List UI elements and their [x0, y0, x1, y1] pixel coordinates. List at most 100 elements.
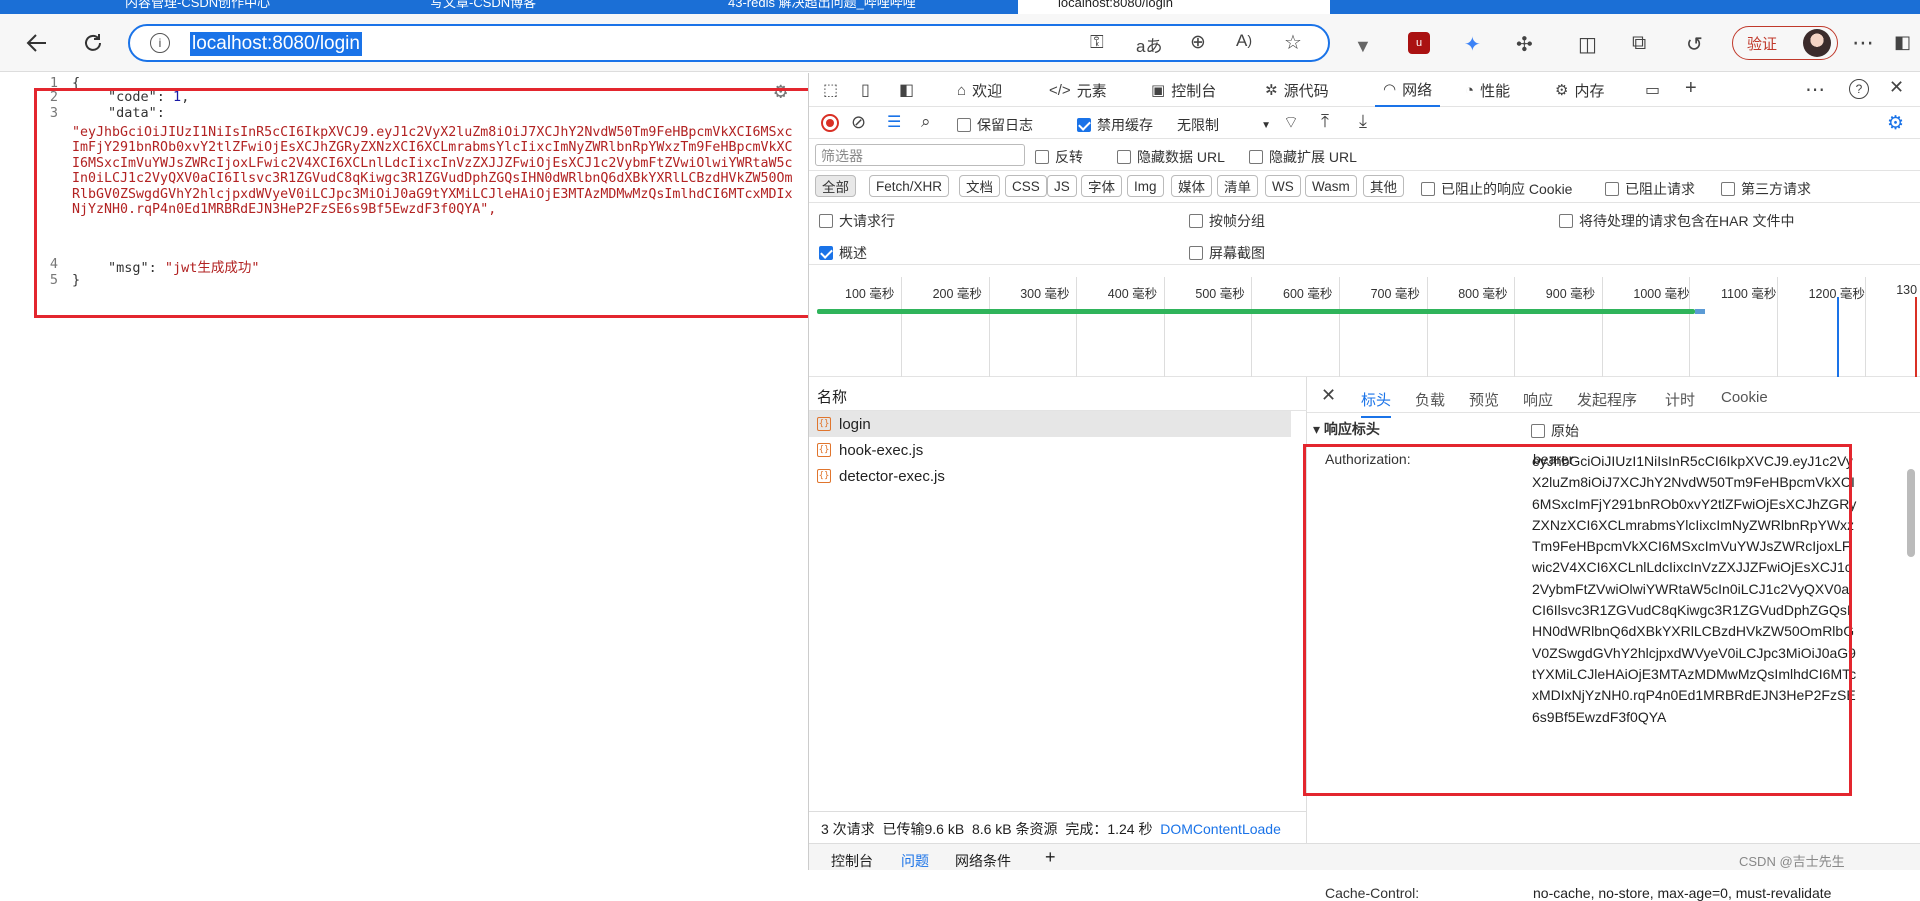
close-details-icon[interactable]: ✕: [1321, 385, 1336, 406]
tab-elements[interactable]: </> 元素: [1049, 73, 1107, 107]
add-tab-icon[interactable]: +: [1685, 77, 1697, 100]
tab-preview[interactable]: 预览: [1469, 389, 1499, 410]
key-icon[interactable]: ⚿: [1090, 32, 1104, 53]
throttle-select[interactable]: 无限制 ▼: [1177, 115, 1271, 135]
timeline-gridline: [988, 277, 990, 377]
response-headers-title[interactable]: ▾ 响应标头: [1313, 419, 1380, 439]
type-filter-js[interactable]: JS: [1047, 175, 1077, 197]
export-har-icon[interactable]: ⤓: [1359, 111, 1367, 132]
tab-performance[interactable]: ◔ 性能: [1465, 73, 1510, 107]
tab-response[interactable]: 响应: [1523, 389, 1553, 410]
tab-cookies[interactable]: Cookie: [1721, 389, 1768, 406]
browser-tab-active[interactable]: localhost:8080/login: [1018, 0, 1330, 14]
tab-timing[interactable]: 计时: [1665, 389, 1695, 410]
tab-label: Cookie: [1721, 389, 1768, 406]
scrollbar-thumb[interactable]: [1907, 469, 1915, 557]
checkbox-box: [1605, 182, 1619, 196]
application-icon[interactable]: ▭: [1645, 80, 1660, 100]
tab-console[interactable]: ▣ 控制台: [1151, 73, 1216, 107]
tab-sources[interactable]: ✲ 源代码: [1265, 73, 1329, 107]
type-filter-media[interactable]: 媒体: [1171, 175, 1212, 197]
group-by-frame-checkbox[interactable]: 按帧分组: [1189, 211, 1265, 231]
filter-icon[interactable]: ☰: [887, 112, 901, 132]
big-rows-checkbox[interactable]: 大请求行: [819, 211, 895, 231]
tab-initiator[interactable]: 发起程序: [1577, 389, 1637, 410]
address-bar[interactable]: i localhost:8080/login ⚿ aあ ⊕ A) ☆: [128, 24, 1330, 62]
request-row-login[interactable]: {} login: [809, 411, 1291, 437]
type-filter-manifest[interactable]: 清单: [1217, 175, 1258, 197]
type-filter-css[interactable]: CSS: [1005, 175, 1047, 197]
tab-memory[interactable]: ⚙ 内存: [1555, 73, 1604, 107]
extension-v-icon[interactable]: ▼: [1354, 36, 1372, 57]
tab-label: 问题: [901, 853, 929, 869]
clear-icon[interactable]: ⊘: [851, 112, 866, 133]
device-toolbar-icon[interactable]: ▯: [861, 80, 870, 100]
hide-ext-url-checkbox[interactable]: 隐藏扩展 URL: [1249, 147, 1357, 167]
name-header[interactable]: 名称: [809, 377, 1307, 411]
disable-cache-checkbox[interactable]: 禁用缓存: [1077, 115, 1153, 135]
read-aloud-icon[interactable]: A): [1236, 31, 1252, 51]
drawer-tab-issues[interactable]: 问题: [901, 851, 929, 871]
network-settings-gear-icon[interactable]: ⚙: [1887, 112, 1904, 135]
preserve-log-checkbox[interactable]: 保留日志: [957, 115, 1033, 135]
favorite-star-icon[interactable]: ☆: [1284, 30, 1302, 55]
request-row[interactable]: {} detector-exec.js: [817, 463, 945, 489]
info-icon[interactable]: i: [150, 33, 170, 53]
tab-headers[interactable]: 标头: [1361, 389, 1392, 418]
type-filter-doc[interactable]: 文档: [959, 175, 1000, 197]
screenshots-checkbox[interactable]: 屏幕截图: [1189, 243, 1265, 263]
search-icon[interactable]: ⌕: [921, 112, 931, 132]
tab-label: 欢迎: [972, 82, 1003, 100]
request-row[interactable]: {} hook-exec.js: [817, 437, 923, 463]
close-devtools-icon[interactable]: ✕: [1889, 77, 1904, 98]
har-include-checkbox[interactable]: 将待处理的请求包含在HAR 文件中: [1559, 211, 1794, 231]
browser-tab[interactable]: 43-redis 解决超出问题_哔哩哔哩: [728, 0, 1008, 14]
type-filter-wasm[interactable]: Wasm: [1305, 175, 1357, 197]
read-aloud-font-icon[interactable]: aあ: [1136, 32, 1162, 57]
record-button[interactable]: [821, 114, 839, 132]
browser-tab[interactable]: 内容管理-CSDN创作中心: [125, 0, 415, 14]
type-filter-fetch[interactable]: Fetch/XHR: [869, 175, 950, 197]
invert-checkbox[interactable]: 反转: [1035, 147, 1083, 167]
raw-checkbox[interactable]: 原始: [1531, 421, 1579, 441]
type-filter-all[interactable]: 全部: [815, 175, 856, 197]
filter-input[interactable]: 筛选器: [815, 144, 1025, 166]
drawer-tab-console[interactable]: 控制台: [831, 851, 873, 871]
network-conditions-icon[interactable]: ⌔: [1283, 112, 1299, 133]
third-party-checkbox[interactable]: 第三方请求: [1721, 179, 1811, 199]
dock-icon[interactable]: ◧: [899, 80, 914, 100]
details-scrollbar[interactable]: [1907, 425, 1917, 855]
url-text[interactable]: localhost:8080/login: [190, 32, 362, 56]
type-filter-other[interactable]: 其他: [1363, 175, 1404, 197]
timeline-tick-label: 1000 毫秒: [1633, 287, 1690, 301]
history-icon[interactable]: ↺: [1686, 32, 1703, 57]
zoom-icon[interactable]: ⊕: [1190, 31, 1206, 54]
tab-payload[interactable]: 负载: [1415, 389, 1445, 410]
sidebar-copilot-icon[interactable]: ◧: [1894, 32, 1911, 53]
help-icon[interactable]: ?: [1849, 79, 1869, 99]
more-menu-icon[interactable]: ⋯: [1852, 30, 1874, 56]
split-screen-icon[interactable]: ◫: [1578, 32, 1597, 57]
inspect-icon[interactable]: ⬚: [823, 80, 838, 100]
type-filter-font[interactable]: 字体: [1081, 175, 1122, 197]
import-har-icon[interactable]: ⤒: [1321, 111, 1329, 132]
extension-bird-icon[interactable]: ✦: [1464, 32, 1481, 57]
drawer-tab-network-conditions[interactable]: 网络条件: [955, 851, 1011, 871]
add-drawer-tab-icon[interactable]: +: [1045, 847, 1056, 868]
blocked-cookie-checkbox[interactable]: 已阻止的响应 Cookie: [1421, 179, 1572, 199]
blocked-requests-checkbox[interactable]: 已阻止请求: [1605, 179, 1695, 199]
tab-welcome[interactable]: ⌂ 欢迎: [957, 73, 1002, 107]
verify-profile-button[interactable]: 验证: [1732, 26, 1838, 60]
collections-icon[interactable]: ⧉: [1632, 32, 1646, 55]
hide-data-url-checkbox[interactable]: 隐藏数据 URL: [1117, 147, 1225, 167]
browser-tab[interactable]: 写文章-CSDN博客: [430, 0, 710, 14]
back-button[interactable]: [20, 26, 54, 60]
ublock-icon[interactable]: u: [1408, 32, 1430, 54]
more-icon[interactable]: ⋯: [1805, 77, 1825, 102]
tab-network[interactable]: ◠ 网络: [1375, 73, 1441, 107]
overview-checkbox[interactable]: 概述: [819, 243, 867, 263]
type-filter-ws[interactable]: WS: [1265, 175, 1301, 197]
extensions-puzzle-icon[interactable]: ✣: [1516, 32, 1533, 57]
refresh-button[interactable]: [76, 26, 110, 60]
type-filter-img[interactable]: Img: [1127, 175, 1164, 197]
